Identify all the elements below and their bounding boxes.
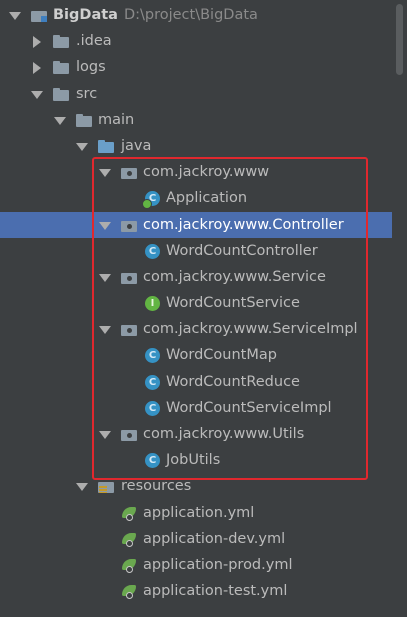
tree-item-application-dev-yml[interactable]: application-dev.yml — [0, 526, 392, 552]
tree-item-wordcountserviceimpl[interactable]: C WordCountServiceImpl — [0, 395, 392, 421]
resources-folder-icon — [97, 478, 115, 494]
chevron-right-icon[interactable] — [30, 28, 44, 54]
class-icon: C — [145, 243, 160, 259]
tree-item-label: logs — [76, 59, 106, 76]
module-folder-icon — [30, 7, 48, 23]
tree-item-package-serviceimpl[interactable]: com.jackroy.www.ServiceImpl — [0, 316, 392, 342]
tree-item-wordcountreduce[interactable]: C WordCountReduce — [0, 369, 392, 395]
tree-item-label: WordCountService — [166, 295, 300, 312]
tree-item-application-yml[interactable]: application.yml — [0, 500, 392, 526]
tree-item-logs[interactable]: logs — [0, 54, 392, 80]
tree-item-application[interactable]: C Application — [0, 185, 392, 211]
tree-item-resources[interactable]: resources — [0, 473, 392, 499]
tree-item-application-test-yml[interactable]: application-test.yml — [0, 578, 392, 604]
tree-item-label: com.jackroy.www.ServiceImpl — [143, 321, 358, 338]
package-icon — [120, 217, 138, 233]
chevron-down-icon[interactable] — [8, 2, 22, 28]
chevron-down-icon[interactable] — [75, 473, 89, 499]
tree-item-bigdata[interactable]: BigData D:\project\BigData — [0, 2, 392, 28]
spring-config-icon — [122, 558, 136, 573]
tree-item-label: application-dev.yml — [143, 530, 286, 547]
chevron-down-icon[interactable] — [98, 421, 112, 447]
tree-item-main[interactable]: main — [0, 107, 392, 133]
project-tree: BigData D:\project\BigData .idea logs src… — [0, 2, 392, 604]
class-icon: C — [145, 374, 160, 390]
project-path: D:\project\BigData — [123, 7, 258, 23]
chevron-down-icon[interactable] — [98, 264, 112, 290]
folder-icon — [52, 59, 70, 75]
tree-item-label: main — [98, 111, 135, 128]
tree-item-label: application-prod.yml — [143, 556, 293, 573]
tree-item-idea[interactable]: .idea — [0, 28, 392, 54]
tree-item-src[interactable]: src — [0, 81, 392, 107]
tree-item-label: WordCountMap — [166, 347, 277, 364]
project-name: BigData — [53, 7, 118, 23]
package-icon — [120, 426, 138, 442]
spring-config-icon — [122, 506, 136, 521]
package-icon — [120, 321, 138, 337]
folder-icon — [52, 86, 70, 102]
class-icon: C — [145, 453, 160, 469]
tree-item-label: Application — [166, 190, 248, 207]
tree-item-label: WordCountController — [166, 242, 318, 259]
class-icon: C — [145, 348, 160, 364]
tree-item-wordcountcontroller[interactable]: C WordCountController — [0, 238, 392, 264]
tree-item-label: com.jackroy.www.Service — [143, 268, 326, 285]
tree-item-label: java — [121, 137, 152, 154]
package-icon — [120, 269, 138, 285]
source-folder-icon — [97, 138, 115, 154]
tree-item-label: com.jackroy.www — [143, 164, 270, 181]
tree-item-label: application.yml — [143, 504, 255, 521]
tree-item-wordcountservice[interactable]: I WordCountService — [0, 290, 392, 316]
tree-item-label: WordCountServiceImpl — [166, 399, 332, 416]
tree-item-package-www[interactable]: com.jackroy.www — [0, 159, 392, 185]
tree-item-label: com.jackroy.www.Utils — [143, 426, 305, 442]
scrollbar[interactable] — [395, 0, 404, 617]
tree-item-jobutils[interactable]: C JobUtils — [0, 447, 392, 473]
tree-item-package-utils[interactable]: com.jackroy.www.Utils — [0, 421, 392, 447]
chevron-down-icon[interactable] — [75, 133, 89, 159]
folder-icon — [75, 112, 93, 128]
scrollbar-thumb[interactable] — [396, 4, 403, 75]
chevron-down-icon[interactable] — [98, 316, 112, 342]
interface-icon: I — [145, 296, 160, 312]
tree-item-package-service[interactable]: com.jackroy.www.Service — [0, 264, 392, 290]
tree-item-label: src — [76, 85, 98, 102]
spring-config-icon — [122, 532, 136, 547]
tree-item-label: com.jackroy.www.Controller — [143, 216, 344, 233]
tree-item-label: resources — [121, 478, 192, 495]
tree-item-label: WordCountReduce — [166, 373, 300, 390]
spring-config-icon — [122, 584, 136, 600]
chevron-down-icon[interactable] — [30, 81, 44, 107]
folder-icon — [52, 33, 70, 49]
tree-item-java[interactable]: java — [0, 133, 392, 159]
tree-item-wordcountmap[interactable]: C WordCountMap — [0, 342, 392, 368]
chevron-down-icon[interactable] — [53, 107, 67, 133]
tree-item-label: application-test.yml — [143, 583, 288, 600]
package-icon — [120, 164, 138, 180]
chevron-right-icon[interactable] — [30, 54, 44, 80]
class-icon: C — [145, 400, 160, 416]
tree-item-label: .idea — [76, 33, 112, 50]
tree-item-application-prod-yml[interactable]: application-prod.yml — [0, 552, 392, 578]
chevron-down-icon[interactable] — [98, 212, 112, 238]
tree-item-package-controller[interactable]: com.jackroy.www.Controller — [0, 211, 392, 238]
tree-item-label: JobUtils — [166, 452, 221, 469]
chevron-down-icon[interactable] — [98, 159, 112, 185]
application-class-icon: C — [142, 191, 160, 210]
